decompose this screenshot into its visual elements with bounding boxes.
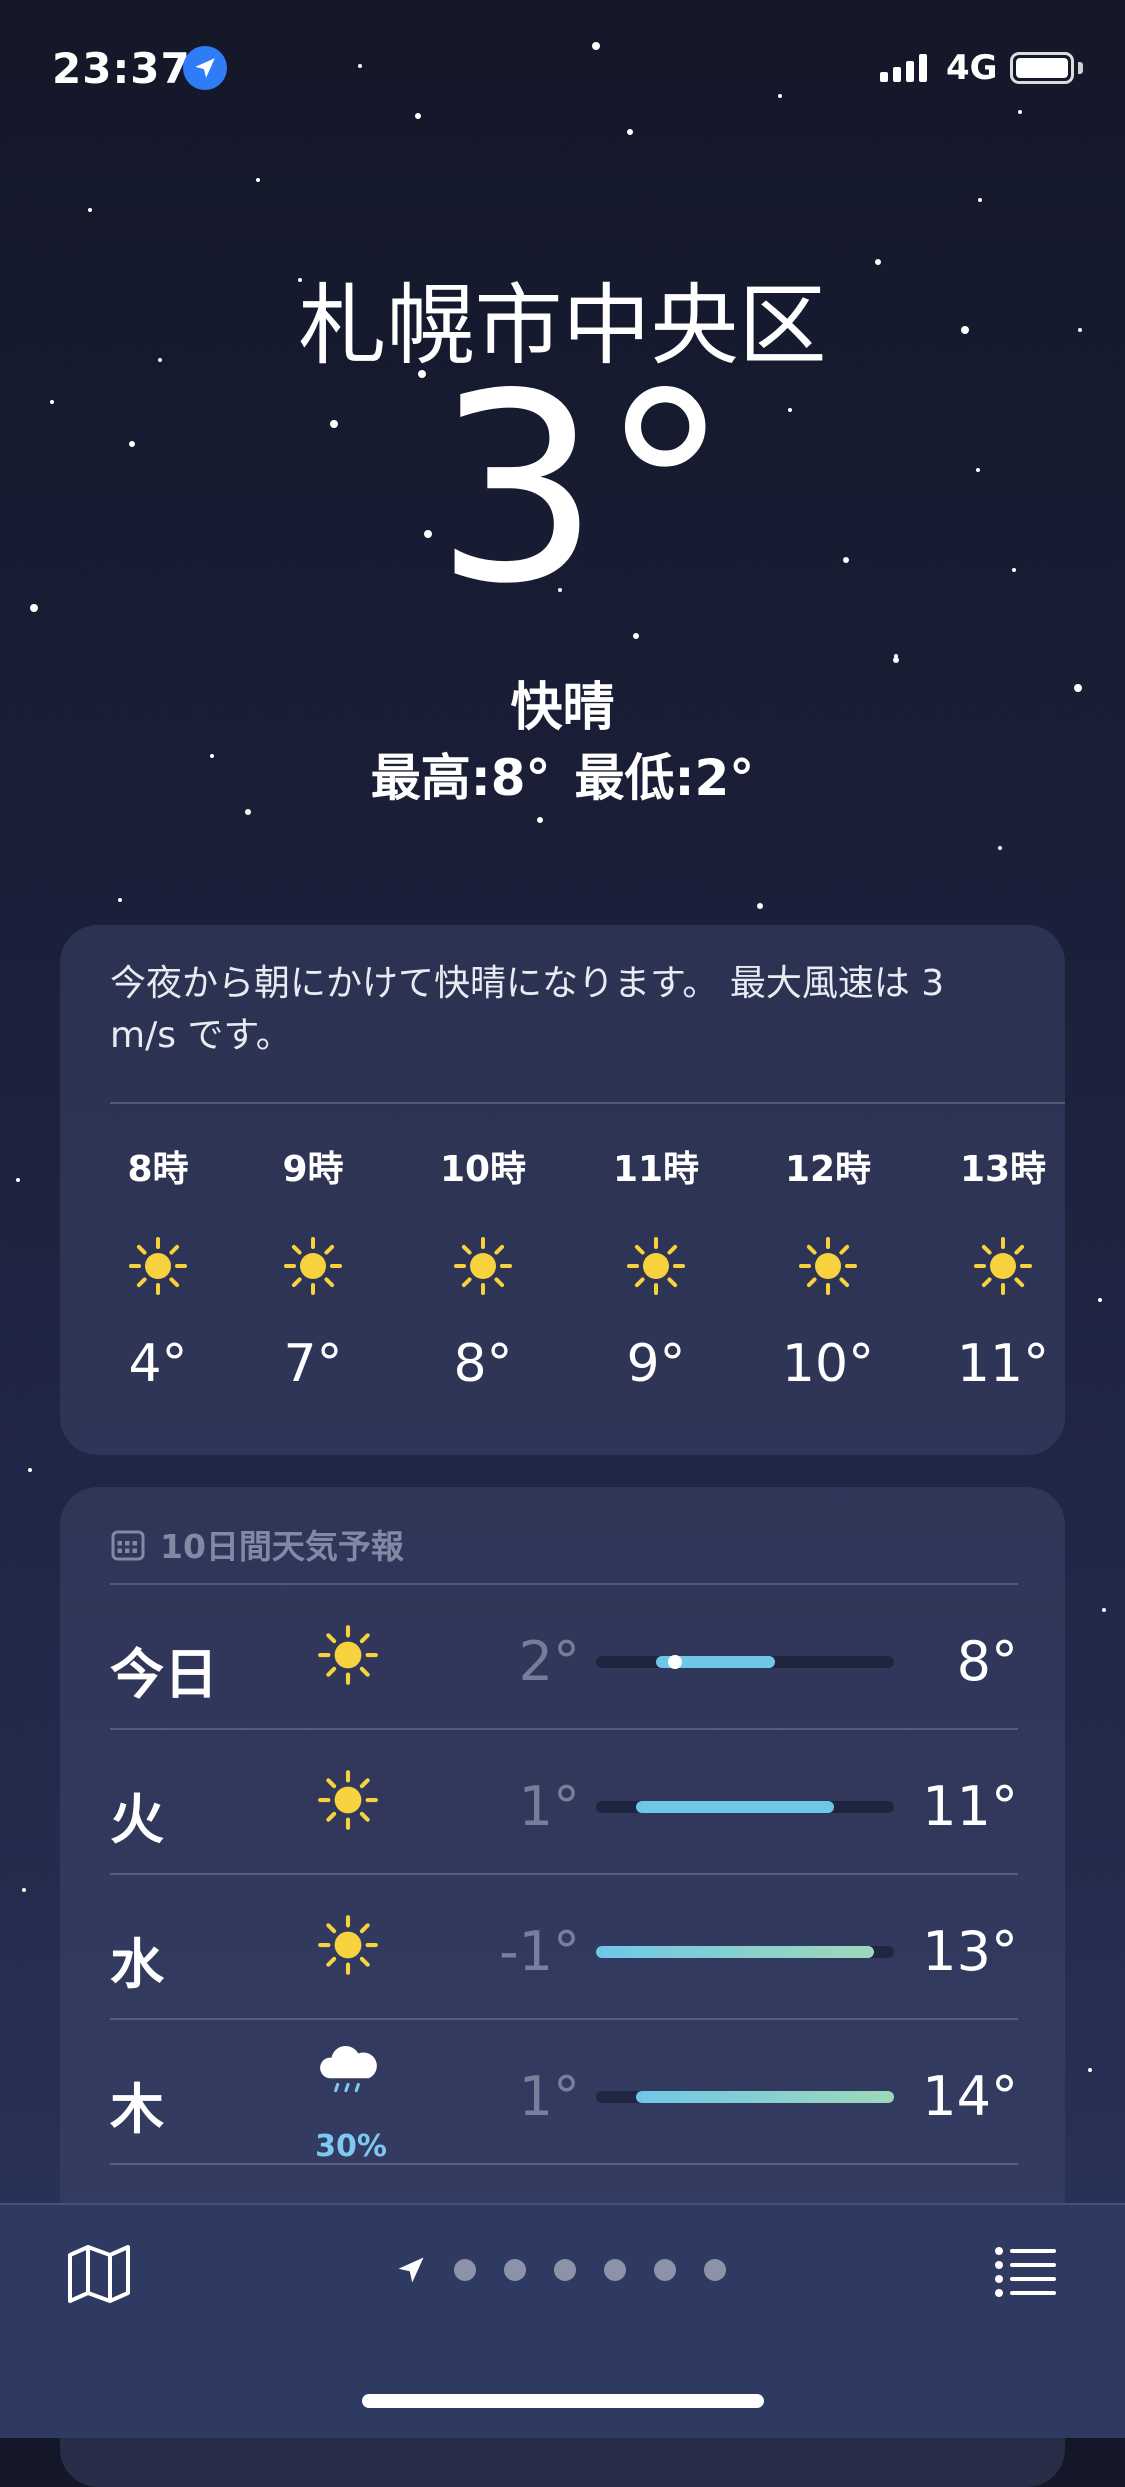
current-temperature: 3° [434, 339, 731, 641]
high-temperature: 11° [922, 1775, 1018, 1838]
battery-cap [1078, 62, 1083, 74]
day-name: 木 [110, 2078, 164, 2141]
divider [110, 1102, 1065, 1104]
network-type: 4G [946, 48, 998, 88]
sun-icon [284, 1237, 342, 1295]
high-temperature: 13° [922, 1920, 1018, 1983]
hour-label: 11時 [612, 1149, 700, 1190]
sun-icon [318, 1915, 378, 1975]
low-temperature: 最低:2° [574, 749, 755, 807]
status-time: 23:37 [52, 44, 191, 93]
daily-row[interactable]: 木 30% 1° 14° [110, 2019, 1018, 2164]
hour-temperature: 11° [956, 1334, 1050, 1394]
page-dot[interactable] [654, 2259, 676, 2281]
sun-icon [627, 1237, 685, 1295]
sun-icon [974, 1237, 1032, 1295]
daily-forecast-header: 10日間天気予報 [110, 1520, 404, 1568]
hour-label: 8時 [127, 1149, 189, 1190]
sun-icon [318, 1625, 378, 1685]
map-icon[interactable] [66, 2243, 132, 2305]
daily-row[interactable]: 火 1° 11° [110, 1729, 1018, 1873]
sun-icon [318, 1770, 378, 1830]
daily-row[interactable]: 今日 2° 8° [110, 1584, 1018, 1728]
hour-temperature: 4° [128, 1334, 188, 1394]
temperature-range-bar [596, 2091, 894, 2103]
temperature-range-bar [596, 1801, 894, 1813]
page-dot[interactable] [454, 2259, 476, 2281]
low-temperature: 2° [518, 1630, 580, 1693]
daily-forecast-title: 10日間天気予報 [160, 1527, 404, 1566]
page-dot[interactable] [504, 2259, 526, 2281]
daily-row[interactable]: 水 -1° 13° [110, 1874, 1018, 2018]
hourly-item: 13時 11° [933, 1140, 1073, 1394]
low-temperature: -1° [499, 1920, 580, 1983]
temperature-range-fill [635, 2091, 894, 2103]
sun-icon [454, 1237, 512, 1295]
list-icon[interactable] [994, 2245, 1058, 2299]
cellular-signal-icon [880, 52, 927, 82]
low-temperature: 1° [518, 1775, 580, 1838]
temperature-range-bar [596, 1946, 894, 1958]
home-indicator[interactable] [362, 2394, 764, 2408]
temperature-range-fill [635, 1801, 835, 1813]
rain-cloud-icon [320, 2046, 377, 2093]
hour-temperature: 9° [626, 1334, 686, 1394]
battery-icon [1010, 52, 1074, 84]
hourly-item: 11時 9° [586, 1140, 726, 1394]
hour-temperature: 7° [283, 1334, 343, 1394]
location-services-icon [183, 46, 227, 90]
high-temperature: 最高:8° [370, 749, 551, 807]
hour-label: 12時 [784, 1149, 872, 1190]
forecast-summary: 今夜から朝にかけて快晴になります。 最大風速は 3 m/s です。 [110, 963, 945, 1056]
hourly-item: 10時 8° [413, 1140, 553, 1394]
low-temperature: 1° [518, 2065, 580, 2128]
page-indicator[interactable] [396, 2255, 726, 2285]
day-name: 今日 [110, 1643, 218, 1706]
hourly-item: 12時 10° [758, 1140, 898, 1394]
page-dot[interactable] [704, 2259, 726, 2281]
hour-label: 9時 [282, 1149, 344, 1190]
page-dot[interactable] [604, 2259, 626, 2281]
precipitation-chance: 30% [315, 2129, 387, 2164]
hourly-item: 8時 4° [88, 1140, 228, 1394]
page-dot[interactable] [554, 2259, 576, 2281]
day-name: 火 [110, 1788, 164, 1851]
sun-icon [799, 1237, 857, 1295]
current-condition: 快晴 [510, 678, 615, 738]
hour-temperature: 10° [781, 1334, 875, 1394]
day-name: 水 [110, 1933, 164, 1996]
high-temperature: 8° [956, 1630, 1018, 1693]
high-low: 最高:8° 最低:2° [0, 738, 1125, 810]
hour-temperature: 8° [453, 1334, 513, 1394]
hourly-item: 9時 7° [243, 1140, 383, 1394]
hour-label: 13時 [959, 1149, 1047, 1190]
divider [110, 2163, 1018, 2165]
high-temperature: 14° [922, 2065, 1018, 2128]
sun-icon [129, 1237, 187, 1295]
hour-label: 10時 [439, 1149, 527, 1190]
calendar-icon [111, 1530, 145, 1561]
location-arrow-icon[interactable] [396, 2255, 426, 2285]
temperature-range-bar [596, 1655, 894, 1669]
temperature-range-fill [596, 1946, 875, 1958]
